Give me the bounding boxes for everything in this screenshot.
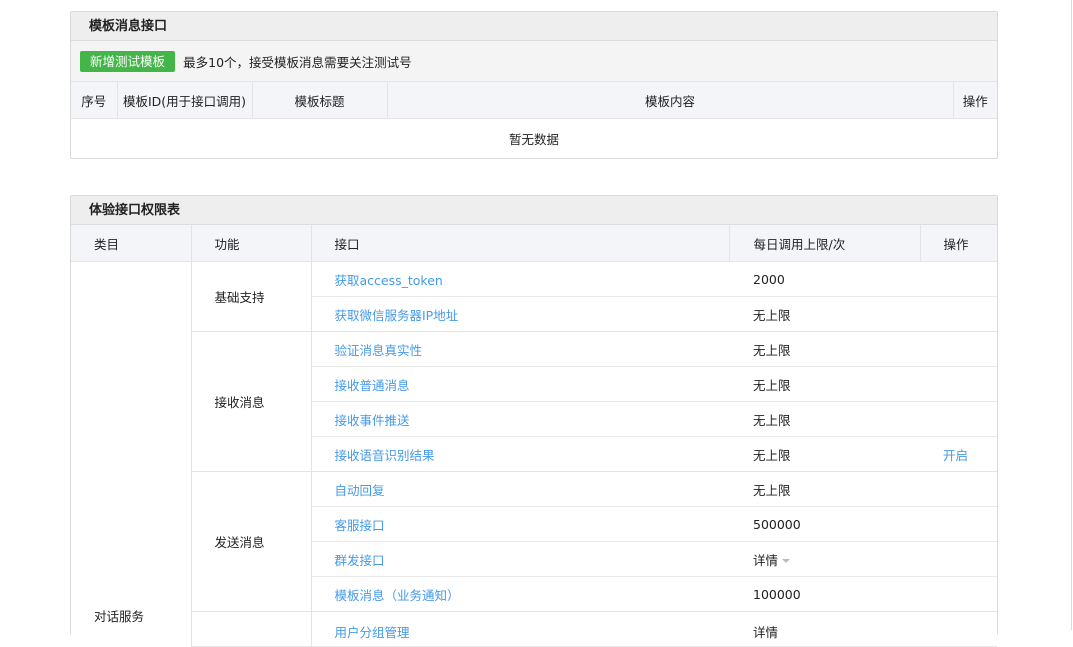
template-message-panel: 模板消息接口 新增测试模板 最多10个，接受模板消息需要关注测试号 序号 模板I… — [70, 11, 998, 159]
template-table: 序号 模板ID(用于接口调用) 模板标题 模板内容 操作 暂无数据 — [71, 82, 997, 157]
col-index: 序号 — [71, 82, 118, 119]
limit-detail-label: 详情 — [753, 552, 779, 568]
api-link[interactable]: 模板消息（业务通知） — [335, 588, 460, 603]
col-template-title: 模板标题 — [252, 82, 388, 119]
limit-detail-dropdown[interactable]: 详情 — [729, 541, 920, 577]
limit-detail-label: 详情 — [753, 625, 779, 640]
api-link[interactable]: 自动回复 — [335, 483, 385, 498]
caret-down-icon — [782, 559, 791, 563]
api-link[interactable]: 获取微信服务器IP地址 — [335, 308, 459, 323]
limit-cell: 无上限 — [729, 436, 920, 472]
permission-table-header: 类目 功能 接口 每日调用上限/次 操作 — [71, 225, 997, 262]
template-tip: 最多10个，接受模板消息需要关注测试号 — [183, 55, 412, 70]
limit-cell: 无上限 — [729, 331, 920, 367]
api-link[interactable]: 验证消息真实性 — [335, 343, 423, 358]
action-cell — [920, 471, 997, 507]
action-cell — [920, 576, 997, 612]
function-cell — [191, 611, 312, 647]
api-link[interactable]: 接收语音识别结果 — [335, 448, 435, 463]
api-link[interactable]: 接收普通消息 — [335, 378, 410, 393]
empty-data-text: 暂无数据 — [508, 131, 559, 147]
col-template-id: 模板ID(用于接口调用) — [117, 82, 253, 119]
api-link[interactable]: 获取access_token — [335, 273, 443, 288]
limit-detail-dropdown[interactable]: 详情 — [729, 611, 920, 647]
limit-cell: 500000 — [729, 506, 920, 542]
action-cell — [920, 611, 997, 647]
function-cell: 接收消息 — [191, 331, 312, 472]
col-function: 功能 — [191, 225, 312, 262]
table-row: 暂无数据 — [71, 119, 997, 158]
add-test-template-button[interactable]: 新增测试模板 — [80, 51, 176, 72]
permission-panel-title: 体验接口权限表 — [71, 196, 997, 225]
table-row: 接收消息 验证消息真实性 无上限 — [71, 331, 997, 472]
limit-cell: 无上限 — [729, 366, 920, 402]
template-toolbar: 新增测试模板 最多10个，接受模板消息需要关注测试号 — [71, 41, 997, 82]
api-link[interactable]: 客服接口 — [335, 518, 385, 533]
api-link[interactable]: 接收事件推送 — [335, 413, 410, 428]
action-cell — [920, 296, 997, 332]
api-link[interactable]: 群发接口 — [335, 553, 385, 568]
table-row: 发送消息 自动回复 无上限 — [71, 471, 997, 612]
function-cell: 发送消息 — [191, 471, 312, 612]
limit-cell: 无上限 — [729, 296, 920, 332]
col-category: 类目 — [71, 225, 192, 262]
enable-link[interactable]: 开启 — [943, 448, 968, 463]
table-row: 对话服务 基础支持 获取access_token 2000 — [71, 261, 997, 647]
action-cell — [920, 401, 997, 437]
col-api: 接口 — [311, 225, 730, 262]
limit-cell: 无上限 — [729, 401, 920, 437]
template-table-header: 序号 模板ID(用于接口调用) 模板标题 模板内容 操作 — [71, 82, 997, 119]
action-cell — [920, 506, 997, 542]
permission-table: 类目 功能 接口 每日调用上限/次 操作 对话服务 基础支持 获取access_… — [71, 225, 997, 647]
col-template-action: 操作 — [953, 82, 997, 119]
limit-cell: 2000 — [729, 261, 920, 297]
limit-cell: 无上限 — [729, 471, 920, 507]
action-cell — [920, 331, 997, 367]
limit-cell: 100000 — [729, 576, 920, 612]
action-cell — [920, 261, 997, 297]
col-template-content: 模板内容 — [387, 82, 954, 119]
category-cell: 对话服务 — [71, 261, 192, 647]
api-link[interactable]: 用户分组管理 — [335, 625, 410, 640]
permission-panel: 体验接口权限表 类目 功能 接口 每日调用上限/次 操作 对话服务 基础支持 获… — [70, 195, 998, 647]
template-panel-title: 模板消息接口 — [71, 12, 997, 41]
action-cell — [920, 541, 997, 577]
function-cell: 基础支持 — [191, 261, 312, 332]
page-divider — [1071, 0, 1072, 630]
action-cell — [920, 366, 997, 402]
col-action: 操作 — [920, 225, 997, 262]
col-daily-limit: 每日调用上限/次 — [729, 225, 921, 262]
table-row: 用户分组管理 详情 — [71, 611, 997, 647]
